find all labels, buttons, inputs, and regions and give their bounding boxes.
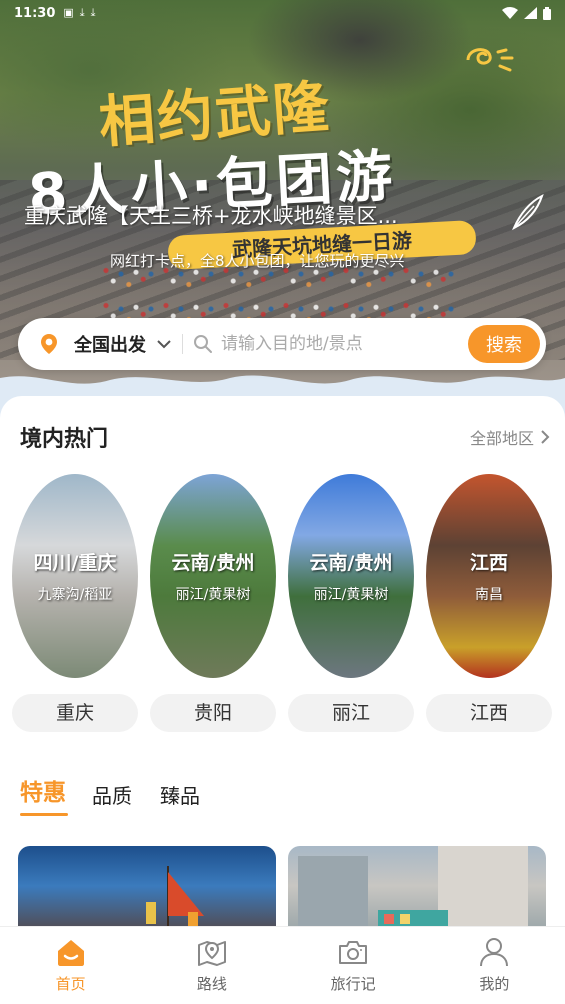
search-divider [182,334,183,354]
region-subtitle: 丽江/黄果树 [175,587,251,603]
wifi-icon [502,7,518,19]
region-subtitle: 南昌 [475,587,503,603]
nav-profile[interactable]: 我的 [424,927,565,1004]
search-button[interactable]: 搜索 [468,325,540,363]
tab-quality[interactable]: 品质 [92,779,132,819]
home-icon [57,940,84,966]
chevron-right-icon [541,430,550,444]
hot-section-header: 境内热门 全部地区 [20,422,550,452]
product-cards [18,846,548,946]
city-chip-guiyang[interactable]: 贵阳 [150,694,276,732]
hero-banner[interactable]: 11:30 ▣ ⤓ ⤓ 相约武隆 8人小·包团游 重庆武隆【天生三桥+龙水峡地缝… [0,0,565,420]
region-card-jiangxi[interactable]: 江西 南昌 [426,474,552,678]
region-name: 云南/贵州 [309,552,393,574]
camera-icon [339,941,368,964]
search-bar: 全国出发 搜索 [18,318,546,370]
region-card-yunnan-guizhou[interactable]: 云南/贵州 丽江/黄果树 [150,474,276,678]
all-regions-link[interactable]: 全部地区 [470,425,550,449]
product-tabs: 特惠 品质 臻品 [10,776,555,822]
all-regions-label: 全部地区 [469,429,534,448]
status-bar: 11:30 ▣ ⤓ ⤓ [0,0,565,26]
section-title: 境内热门 [20,427,109,452]
main-content: 境内热门 全部地区 四川/重庆 九寨沟/稻亚 云南/贵州 丽江/黄果树 云南/贵… [0,396,565,946]
tab-special-offer[interactable]: 特惠 [20,776,68,816]
city-chip-chongqing[interactable]: 重庆 [12,694,138,732]
city-chip-lijiang[interactable]: 丽江 [288,694,414,732]
active-tab-indicator [20,813,68,816]
signal-icon [524,7,537,19]
status-time: 11:30 [14,5,56,21]
region-card-sichuan-chongqing[interactable]: 四川/重庆 九寨沟/稻亚 [12,474,138,678]
search-icon [194,335,212,353]
download-icon: ⤓ [90,6,96,19]
departure-city-selector[interactable]: 全国出发 [74,331,146,357]
nav-route[interactable]: 路线 [141,927,282,1004]
nav-travel-notes[interactable]: 旅行记 [283,927,424,1004]
region-subtitle: 九寨沟/稻亚 [37,587,113,603]
chevron-down-icon[interactable] [156,336,172,352]
nav-label: 旅行记 [330,975,376,993]
feather-icon [512,194,544,231]
battery-icon [543,6,551,20]
city-chip-jiangxi[interactable]: 江西 [426,694,552,732]
download-icon: ⤓ [79,6,85,19]
region-card-yunnan-guizhou-2[interactable]: 云南/贵州 丽江/黄果树 [288,474,414,678]
region-cards: 四川/重庆 九寨沟/稻亚 云南/贵州 丽江/黄果树 云南/贵州 丽江/黄果树 江… [12,474,565,684]
user-icon [480,938,509,967]
notification-icon: ▣ [63,6,74,19]
route-icon [197,941,226,966]
city-chips: 重庆 贵阳 丽江 江西 [12,694,565,734]
search-input[interactable] [221,334,468,354]
location-pin-icon [41,334,57,354]
region-subtitle: 丽江/黄果树 [313,587,389,603]
region-name: 江西 [469,552,508,574]
nav-label: 路线 [196,975,227,993]
bottom-navigation: 首页 路线 旅行记 我的 [0,926,565,1004]
promo-subtitle: 网红打卡点，全8人小包团，让您玩的更尽兴 [110,252,405,270]
nav-label: 首页 [55,975,86,993]
nav-label: 我的 [479,975,510,993]
region-name: 四川/重庆 [33,552,117,574]
nav-home[interactable]: 首页 [0,927,141,1004]
region-name: 云南/贵州 [171,552,255,574]
tab-premium[interactable]: 臻品 [160,779,200,819]
tab-label: 特惠 [20,780,66,806]
